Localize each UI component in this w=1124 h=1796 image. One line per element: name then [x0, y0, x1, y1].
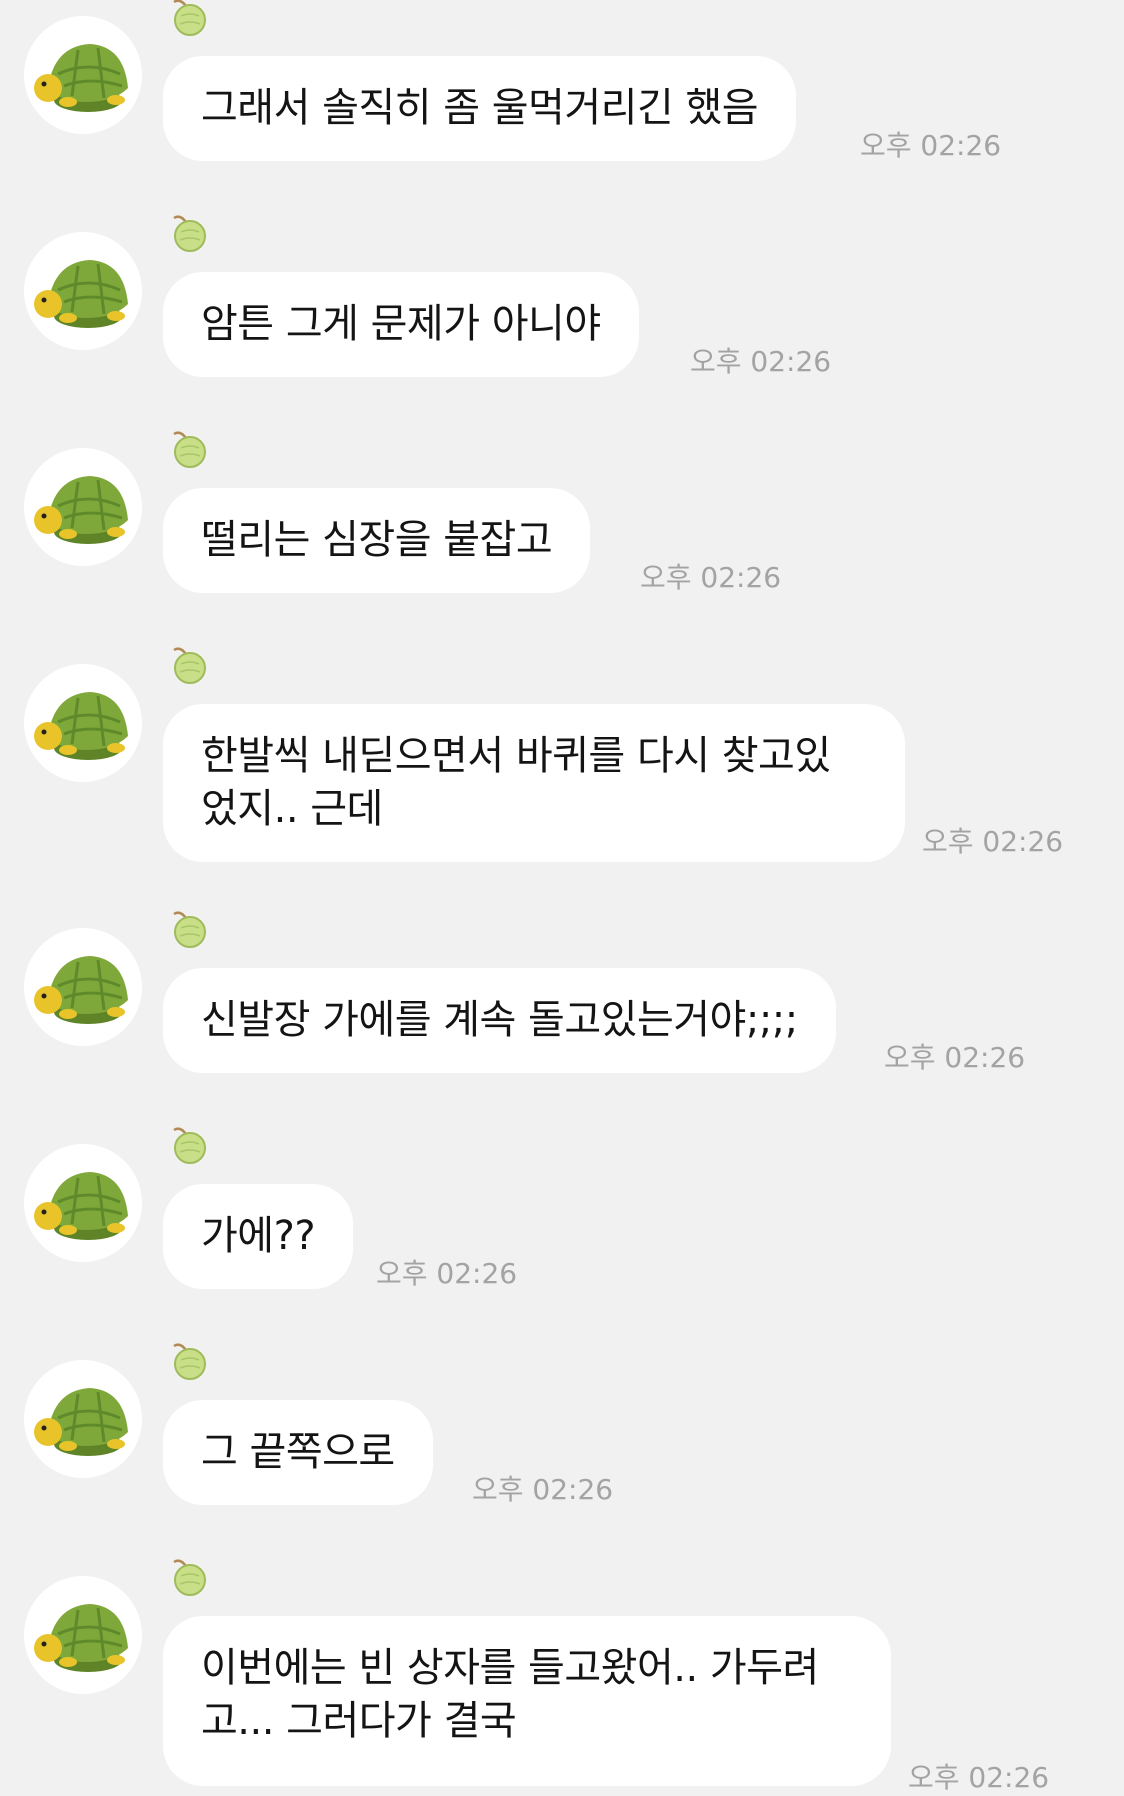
melon-icon	[173, 1559, 206, 1596]
melon-icon	[173, 647, 206, 684]
avatar[interactable]	[24, 1576, 142, 1694]
avatar[interactable]	[24, 16, 142, 134]
message-bubble[interactable]: 이번에는 빈 상자를 들고왔어.. 가두려 고... 그러다가 결국	[163, 1616, 891, 1786]
avatar[interactable]	[24, 1360, 142, 1478]
message-timestamp: 오후 02:26	[860, 129, 1002, 162]
message-timestamp: 오후 02:26	[640, 561, 782, 594]
turtle-avatar-icon	[34, 1172, 128, 1240]
melon-icon	[173, 215, 206, 252]
turtle-avatar-icon	[34, 476, 128, 544]
avatar[interactable]	[24, 664, 142, 782]
message-bubble[interactable]: 암튼 그게 문제가 아니야	[163, 272, 639, 377]
turtle-avatar-icon	[34, 260, 128, 328]
message-bubble[interactable]: 그래서 솔직히 좀 울먹거리긴 했음	[163, 56, 797, 161]
turtle-avatar-icon	[34, 1388, 128, 1456]
melon-icon	[173, 1127, 206, 1164]
message-bubble[interactable]: 신발장 가에를 계속 돌고있는거야;;;;	[163, 968, 836, 1073]
avatar[interactable]	[24, 232, 142, 350]
melon-icon	[173, 431, 206, 468]
message-bubble[interactable]: 떨리는 심장을 붙잡고	[163, 488, 591, 593]
message-timestamp: 오후 02:26	[472, 1473, 614, 1506]
turtle-avatar-icon	[34, 956, 128, 1024]
message-timestamp: 오후 02:26	[884, 1041, 1026, 1074]
turtle-avatar-icon	[34, 692, 128, 760]
message-timestamp: 오후 02:26	[908, 1761, 1050, 1794]
message-bubble[interactable]: 한발씩 내딛으면서 바퀴를 다시 찾고있 었지.. 근데	[163, 704, 905, 862]
avatar[interactable]	[24, 928, 142, 1046]
turtle-avatar-icon	[34, 1604, 128, 1672]
melon-icon	[173, 1343, 206, 1380]
chat-room: 그래서 솔직히 좀 울먹거리긴 했음 오후 02:26 암튼 그게 문제가 아니…	[0, 0, 1124, 1794]
melon-icon	[173, 0, 206, 36]
avatar[interactable]	[24, 1144, 142, 1262]
message-timestamp: 오후 02:26	[922, 825, 1064, 858]
melon-icon	[173, 911, 206, 948]
message-bubble[interactable]: 그 끝쪽으로	[163, 1400, 433, 1505]
message-timestamp: 오후 02:26	[690, 345, 832, 378]
avatar[interactable]	[24, 448, 142, 566]
message-timestamp: 오후 02:26	[376, 1257, 518, 1290]
message-bubble[interactable]: 가에??	[163, 1184, 354, 1289]
turtle-avatar-icon	[34, 44, 128, 112]
